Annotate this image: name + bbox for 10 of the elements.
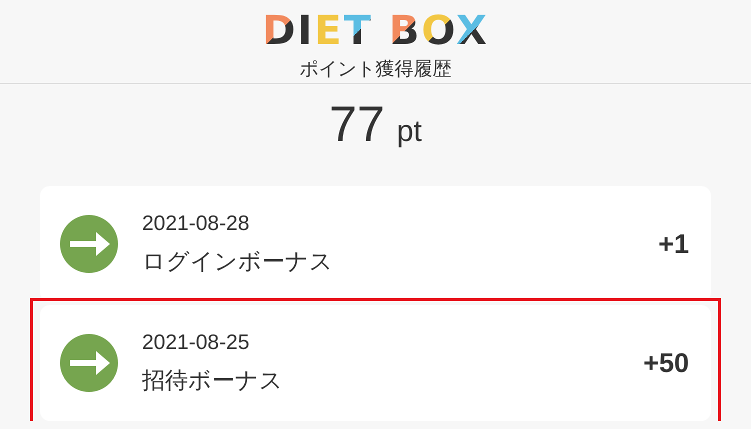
history-label: 招待ボーナス [142, 367, 283, 396]
page-title: ポイント獲得履歴 [300, 57, 452, 81]
points-unit: pt [396, 115, 422, 149]
logo: DIET BOX [262, 9, 489, 53]
history-label: ログインボーナス [142, 248, 333, 277]
history-points: +1 [658, 228, 689, 260]
history-date: 2021-08-28 [142, 211, 250, 237]
history-date: 2021-08-25 [142, 330, 250, 356]
history-points: +50 [643, 348, 689, 378]
points-total: 77 [329, 95, 385, 154]
